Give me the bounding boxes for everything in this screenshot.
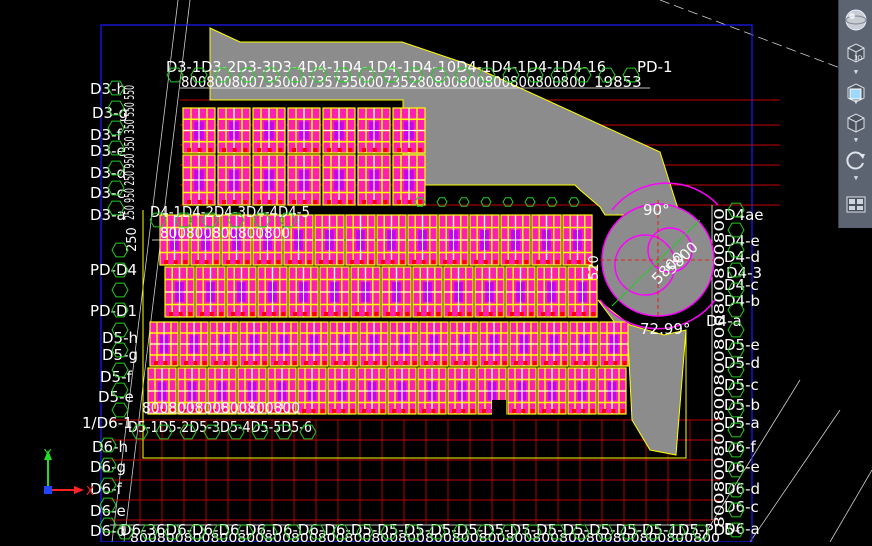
label-right-nums: 800800800800800800800800800 [713,208,728,528]
label-d3-e: D3-e [90,142,126,160]
orbit-button[interactable] [842,146,870,174]
navigation-bar: 3D ▼ ▼ ▼ ▼ [838,0,872,228]
label-d6-d-right: D6-d [724,480,760,498]
label-bottom-nums: 8008008008008008008008008008008008008008… [130,531,720,542]
label-d3-c: D3-c [90,184,125,202]
view-box-dropdown[interactable]: ▼ [851,136,861,144]
label-side-dim-1: 520 [587,255,602,280]
label-1-d6-1: 1/D6-1 [82,414,133,432]
label-pd1: PD-1 [637,58,673,76]
cube-3d-icon: 3D [847,43,865,63]
label-pd-d4: PD-D4 [90,261,137,279]
label-d5-h: D5-h [102,329,138,347]
drawing-canvas[interactable]: D3-1D3-2D3-3D3-4D4-1D4-1D4-1D4-10D4-1D4-… [0,0,872,545]
steering-wheel-button[interactable] [842,6,870,34]
cube-icon [847,113,865,133]
view-3d-dropdown[interactable]: ▼ [851,68,861,76]
view-front-dropdown[interactable]: ▼ [851,98,861,106]
view-box-button[interactable] [842,108,870,136]
label-angle-90: 90° [643,201,670,219]
label-d5-a-right: D5-a [724,414,760,432]
view-3d-button[interactable]: 3D [842,38,870,66]
label-d5-e-right: D5-e [724,336,760,354]
orbit-icon [846,151,865,170]
label-d5-row-nums: 800800800800800800 [142,399,300,417]
globe-icon [845,9,867,31]
label-d5-b-right: D5-b [724,396,760,414]
label-d6-e: D6-e [90,502,126,520]
orbit-dropdown[interactable]: ▼ [851,174,861,182]
label-angle-72: 72.99° [640,320,690,338]
label-d5-row: D5-1D5-2D5-3D5-4D5-5D5-6 [128,418,312,436]
label-d3-nums: 250 950 250 950 350 350 550 550 [123,85,138,220]
label-d6-a-right: D6-a [724,520,760,538]
svg-text:3D: 3D [854,55,863,62]
film-icon [846,196,866,213]
ucs-x-label: X [86,484,94,498]
showmotion-button[interactable] [842,190,870,218]
ucs-icon: Y X [38,447,98,500]
label-d6-f-right: D6-f [724,438,757,456]
ucs-y-label: Y [43,448,52,461]
label-pd-d1: PD-D1 [90,302,137,320]
label-d4-row: D4-1D4-2D4-3D4-4D4-5 [150,203,310,221]
label-d5-g: D5-g [102,346,138,364]
label-d5-d-right: D5-d [724,354,760,372]
